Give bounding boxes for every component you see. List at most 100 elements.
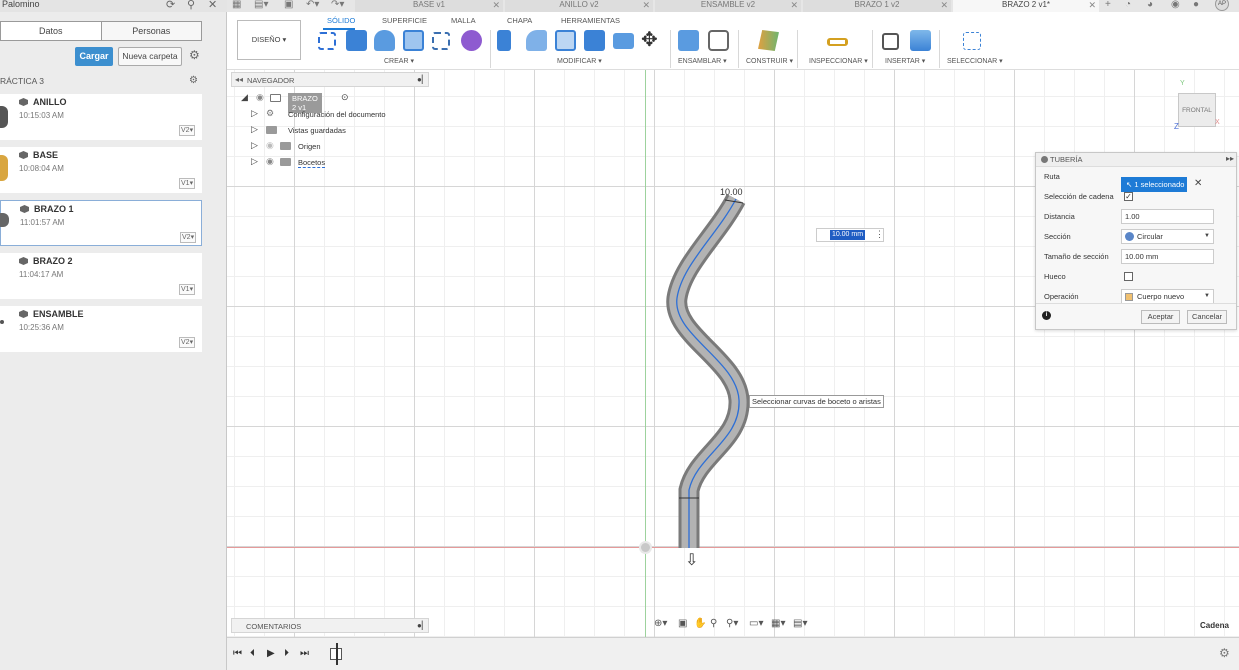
group-insert[interactable]: INSERTAR ▾: [885, 57, 925, 65]
origin-point[interactable]: [639, 541, 652, 554]
project-settings-icon[interactable]: ⚙: [189, 75, 198, 86]
close-tab-icon[interactable]: ✕: [790, 0, 798, 10]
tab-people[interactable]: Personas: [100, 22, 202, 40]
viewcube[interactable]: FRONTAL: [1178, 93, 1216, 127]
file-item-anillo[interactable]: ANILLO 10:15:03 AM V2▾: [0, 94, 202, 140]
close-tab-icon[interactable]: ✕: [642, 0, 650, 10]
visibility-icon[interactable]: ◉: [266, 140, 274, 151]
close-tab-icon[interactable]: ✕: [492, 0, 500, 10]
clear-selection-icon[interactable]: ✕: [1194, 178, 1202, 189]
project-name[interactable]: RÁCTICA 3: [0, 76, 44, 86]
activate-icon[interactable]: ⊙: [341, 92, 349, 103]
form-icon[interactable]: [461, 30, 482, 51]
more-options-icon[interactable]: ⋮: [875, 229, 884, 240]
orbit-icon[interactable]: ⊕▾: [654, 618, 667, 629]
group-construct[interactable]: CONSTRUIR ▾: [746, 57, 793, 65]
version-badge[interactable]: V2▾: [179, 125, 196, 136]
insert-derive-icon[interactable]: [882, 33, 899, 50]
tab-surface[interactable]: SUPERFICIE: [382, 16, 427, 25]
file-item-base[interactable]: BASE 10:08:04 AM V1▾: [0, 147, 202, 193]
tab-solid[interactable]: SÓLIDO: [327, 16, 355, 25]
tab-sheet-metal[interactable]: CHAPA: [507, 16, 532, 25]
collapse-icon[interactable]: ◂◂: [235, 75, 243, 84]
user-name[interactable]: Palomino: [2, 0, 40, 9]
group-inspect[interactable]: INSPECCIONAR ▾: [809, 57, 868, 65]
ok-button[interactable]: Aceptar: [1141, 310, 1180, 324]
collapse-arrow-icon[interactable]: ◢: [241, 92, 248, 103]
expand-arrow-icon[interactable]: ▷: [251, 108, 258, 119]
version-badge[interactable]: V2▾: [179, 337, 196, 348]
search-icon[interactable]: ⚲: [187, 0, 195, 11]
shell-icon[interactable]: [555, 30, 576, 51]
viewports-icon[interactable]: ▤▾: [793, 618, 807, 629]
doc-tab-ensamble[interactable]: ENSAMBLE v2 ✕: [655, 0, 801, 12]
new-tab-icon[interactable]: +: [1105, 0, 1111, 10]
hollow-checkbox[interactable]: [1124, 272, 1133, 281]
grid-settings-icon[interactable]: ▦▾: [771, 618, 785, 629]
new-component-icon[interactable]: [678, 30, 699, 51]
gear-icon[interactable]: ⚙: [189, 48, 200, 62]
version-badge[interactable]: V1▾: [179, 284, 196, 295]
close-icon[interactable]: ✕: [208, 0, 217, 11]
pan-icon[interactable]: ✋: [694, 618, 706, 629]
tab-data[interactable]: Datos: [1, 22, 101, 40]
group-create[interactable]: CREAR ▾: [384, 57, 414, 65]
look-at-icon[interactable]: ▣: [678, 618, 687, 629]
jobs-icon[interactable]: ◉: [1171, 0, 1180, 10]
zoom-icon[interactable]: ⚲: [710, 618, 717, 629]
press-pull-icon[interactable]: [497, 30, 511, 51]
version-badge[interactable]: V2▾: [180, 232, 197, 243]
operation-select[interactable]: Cuerpo nuevo ▼: [1121, 289, 1214, 304]
fillet-icon[interactable]: [526, 30, 547, 51]
visibility-icon[interactable]: ◉: [266, 156, 274, 167]
timeline-marker[interactable]: [336, 643, 338, 665]
info-icon[interactable]: i: [1042, 311, 1051, 320]
visibility-icon[interactable]: ◉: [256, 92, 264, 103]
loft-icon[interactable]: [432, 32, 450, 50]
group-select[interactable]: SELECCIONAR ▾: [947, 57, 1003, 65]
revolve-icon[interactable]: [374, 30, 395, 51]
distance-input[interactable]: 1.00: [1121, 209, 1214, 224]
step-back-icon[interactable]: ⏴: [250, 648, 255, 659]
extensions-icon[interactable]: ◔: [1125, 0, 1131, 10]
workspace-switcher[interactable]: DISEÑO ▾: [237, 20, 301, 60]
dialog-drag-icon[interactable]: [1041, 156, 1048, 163]
expand-arrow-icon[interactable]: ▷: [251, 156, 258, 167]
timeline-settings-icon[interactable]: ⚙: [1219, 646, 1230, 660]
measure-icon[interactable]: [827, 38, 848, 46]
expand-dialog-icon[interactable]: ▸▸: [1226, 154, 1234, 163]
file-item-ensamble[interactable]: ENSAMBLE 10:25:36 AM V2▾: [0, 306, 202, 352]
upload-button[interactable]: Cargar: [75, 47, 113, 66]
section-size-input[interactable]: 10.00 mm: [1121, 249, 1214, 264]
expand-arrow-icon[interactable]: ▷: [251, 140, 258, 151]
doc-tab-brazo-1[interactable]: BRAZO 1 v2 ✕: [803, 0, 951, 12]
undo-icon[interactable]: ↶▾: [306, 0, 319, 10]
go-to-start-icon[interactable]: ⏮: [233, 648, 242, 659]
refresh-icon[interactable]: ⟳: [166, 0, 175, 11]
expand-arrow-icon[interactable]: ▷: [251, 124, 258, 135]
joint-icon[interactable]: [708, 30, 729, 51]
online-status-icon[interactable]: ◕: [1147, 0, 1153, 10]
file-item-brazo-1[interactable]: BRAZO 1 11:01:57 AM V2▾: [0, 200, 202, 246]
cancel-button[interactable]: Cancelar: [1187, 310, 1227, 324]
save-icon[interactable]: ▣: [284, 0, 293, 10]
pin-icon[interactable]: ●▏: [417, 75, 428, 84]
redo-icon[interactable]: ↷▾: [331, 0, 344, 10]
notifications-icon[interactable]: ●: [1193, 0, 1199, 10]
file-item-brazo-2[interactable]: BRAZO 2 11:04:17 AM V1▾: [0, 253, 202, 299]
step-forward-icon[interactable]: ⏵: [284, 648, 289, 659]
split-body-icon[interactable]: [613, 33, 634, 49]
grid-icon[interactable]: ▦: [232, 0, 241, 10]
move-icon[interactable]: ✥: [641, 30, 662, 51]
display-settings-icon[interactable]: ▭▾: [749, 618, 763, 629]
create-sketch-icon[interactable]: [318, 32, 336, 50]
group-modify[interactable]: MODIFICAR ▾: [557, 57, 602, 65]
offset-plane-icon[interactable]: [758, 30, 779, 51]
sweep-icon[interactable]: [403, 30, 424, 51]
version-badge[interactable]: V1▾: [179, 178, 196, 189]
fit-icon[interactable]: ⚲▾: [726, 618, 738, 629]
doc-tab-brazo-2[interactable]: BRAZO 2 v1* ✕: [953, 0, 1099, 12]
section-select[interactable]: Circular ▼: [1121, 229, 1214, 244]
tab-tools[interactable]: HERRAMIENTAS: [561, 16, 620, 25]
tab-mesh[interactable]: MALLA: [451, 16, 476, 25]
